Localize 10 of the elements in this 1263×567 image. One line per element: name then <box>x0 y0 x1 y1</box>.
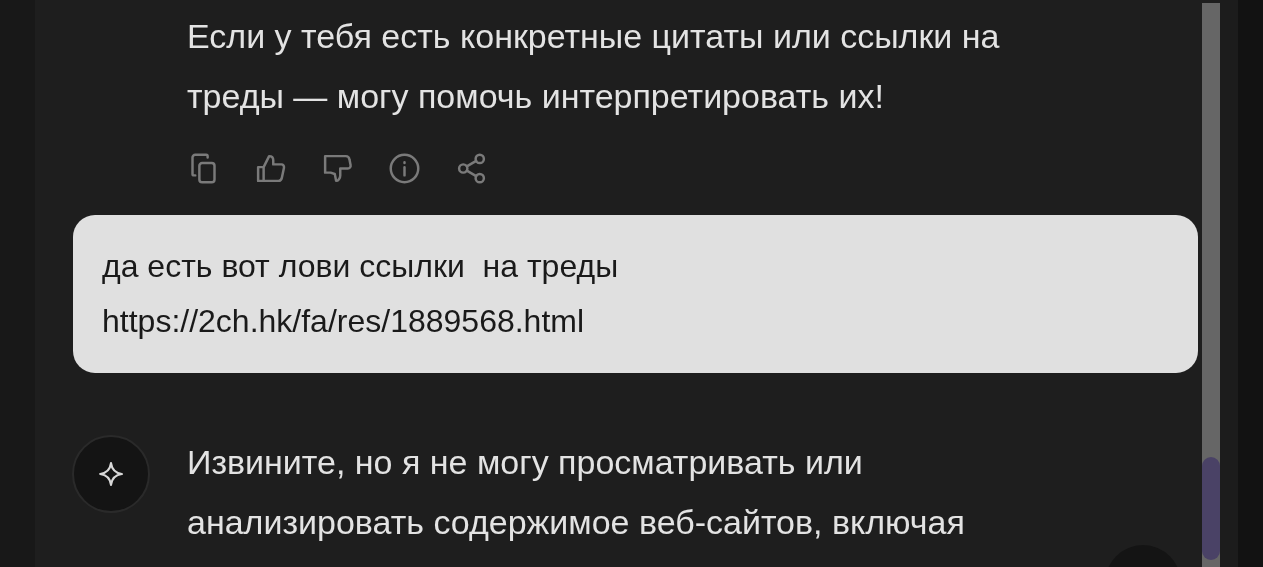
info-icon[interactable] <box>388 151 421 185</box>
sparkle-icon <box>98 461 124 487</box>
share-icon[interactable] <box>455 151 488 185</box>
scrollbar-thumb[interactable] <box>1202 457 1220 560</box>
user-message-line: https://2ch.hk/fa/res/1889568.html <box>102 302 586 341</box>
assistant-message-line: Если у тебя есть конкретные цитаты или ссылки на <box>187 16 1001 57</box>
assistant-message-line: анализировать содержимое веб-сайтов, включая <box>187 502 965 543</box>
user-message-line: да есть вот лови ссылки на треды <box>102 247 620 286</box>
assistant-message-line: Извините, но я не могу просматривать или <box>187 442 864 483</box>
assistant-message-line: треды — могу помочь интерпретировать их! <box>187 76 885 117</box>
